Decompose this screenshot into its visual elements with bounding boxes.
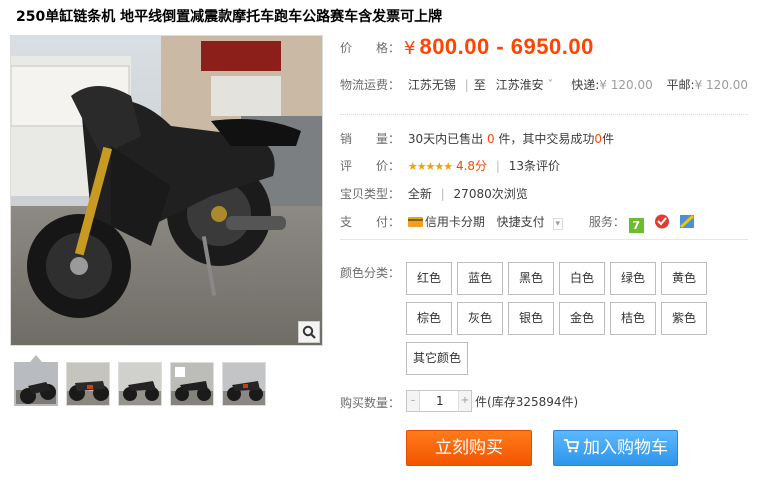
express-label: 快递: bbox=[571, 78, 600, 92]
seven-day-return-icon: 7 bbox=[628, 218, 644, 233]
quantity-stepper: – 1 + 件 (库存325894件) bbox=[406, 390, 578, 412]
star-rating-icon: ★★★★★ bbox=[407, 160, 453, 173]
color-option-orange[interactable]: 桔色 bbox=[610, 302, 656, 335]
shield-badge-icon bbox=[654, 214, 670, 229]
sales-row: 销 量： 30天内已售出 0 件，其中交易成功0件 bbox=[340, 130, 614, 147]
sold-count: 0 bbox=[486, 132, 495, 146]
rating-row: 评 价： ★★★★★ 4.8分 | 13条评价 bbox=[340, 157, 560, 174]
divider: | bbox=[464, 78, 469, 92]
quantity-input[interactable]: 1 bbox=[419, 391, 459, 411]
rating-score: 4.8分 bbox=[455, 159, 488, 173]
color-option-other[interactable]: 其它颜色 bbox=[406, 342, 468, 375]
logistics-label: 物流运费： bbox=[340, 78, 401, 92]
thumb-caret bbox=[30, 355, 42, 362]
sales-label: 销 量： bbox=[340, 132, 401, 146]
divider: | bbox=[440, 187, 445, 201]
color-option-blue[interactable]: 蓝色 bbox=[457, 262, 503, 295]
view-count: 27080次浏览 bbox=[453, 187, 528, 201]
quantity-unit: 件 bbox=[475, 394, 488, 409]
thumbnail-5[interactable] bbox=[222, 362, 266, 406]
surface-label: 平邮: bbox=[666, 78, 695, 92]
rating-label: 评 价： bbox=[340, 159, 401, 173]
destination-select[interactable]: 江苏淮安 ˇ bbox=[496, 78, 554, 92]
chevron-down-icon[interactable]: ▾ bbox=[552, 218, 564, 230]
main-product-image[interactable] bbox=[10, 35, 323, 346]
currency-symbol: ¥ bbox=[404, 37, 416, 59]
divider: | bbox=[495, 159, 500, 173]
thumbnail-strip bbox=[14, 362, 274, 406]
buy-now-button[interactable]: 立刻购买 bbox=[406, 430, 532, 466]
thumbnail-1[interactable] bbox=[14, 362, 58, 406]
payment-label: 支 付： bbox=[340, 215, 401, 229]
color-option-green[interactable]: 绿色 bbox=[610, 262, 656, 295]
surface-price: ¥ 120.00 bbox=[694, 78, 749, 92]
chevron-down-icon: ˇ bbox=[543, 78, 554, 92]
price-label: 价 格： bbox=[340, 40, 401, 55]
cart-icon bbox=[563, 431, 580, 465]
quantity-box: – 1 + bbox=[406, 390, 472, 412]
sales-text-b: 件，其中交易成功 bbox=[498, 132, 595, 146]
motorcycle-photo bbox=[11, 36, 322, 345]
destination-value: 江苏淮安 bbox=[495, 78, 544, 92]
credit-installment[interactable]: 信用卡分期 bbox=[425, 215, 485, 229]
price-value: 800.00 - 6950.00 bbox=[419, 34, 594, 59]
color-label-row: 颜色分类： bbox=[340, 264, 400, 281]
item-condition: 全新 bbox=[407, 187, 432, 201]
color-option-black[interactable]: 黑色 bbox=[508, 262, 554, 295]
sales-text-a: 30天内已售出 bbox=[407, 132, 484, 146]
color-option-brown[interactable]: 棕色 bbox=[406, 302, 452, 335]
divider-line bbox=[340, 114, 748, 115]
thumbnail-3[interactable] bbox=[118, 362, 162, 406]
item-type-label: 宝贝类型： bbox=[340, 187, 401, 201]
decrement-button[interactable]: – bbox=[407, 391, 419, 411]
thumbnail-2[interactable] bbox=[66, 362, 110, 406]
credit-card-icon bbox=[407, 215, 423, 229]
logistics-from: 江苏无锡 bbox=[407, 78, 456, 92]
color-option-red[interactable]: 红色 bbox=[406, 262, 452, 295]
color-option-gray[interactable]: 灰色 bbox=[457, 302, 503, 335]
payment-row: 支 付： 信用卡分期 快捷支付 ▾ 服务： 7 bbox=[340, 213, 695, 233]
add-to-cart-label: 加入购物车 bbox=[583, 438, 668, 458]
service-label: 服务： bbox=[588, 215, 625, 229]
express-price: ¥ 120.00 bbox=[599, 78, 653, 92]
sales-text-c: 件 bbox=[602, 132, 615, 146]
success-count: 0 bbox=[594, 132, 603, 146]
item-type-row: 宝贝类型： 全新 | 27080次浏览 bbox=[340, 185, 528, 202]
review-count-link[interactable]: 13条评价 bbox=[509, 159, 560, 173]
zoom-icon[interactable] bbox=[298, 321, 320, 343]
color-option-purple[interactable]: 紫色 bbox=[661, 302, 707, 335]
color-option-white[interactable]: 白色 bbox=[559, 262, 605, 295]
color-option-silver[interactable]: 银色 bbox=[508, 302, 554, 335]
stock-count: (库存325894件) bbox=[487, 394, 579, 409]
color-option-gold[interactable]: 金色 bbox=[559, 302, 605, 335]
quick-pay[interactable]: 快捷支付 bbox=[497, 215, 545, 229]
color-option-yellow[interactable]: 黄色 bbox=[661, 262, 707, 295]
color-label: 颜色分类： bbox=[340, 266, 401, 280]
price-row: 价 格： ¥ 800.00 - 6950.00 bbox=[340, 34, 594, 60]
logistics-row: 物流运费： 江苏无锡 | 至 江苏淮安 ˇ 快递:¥ 120.00 平邮:¥ 12… bbox=[340, 76, 748, 93]
product-title: 250单缸链条机 地平线倒置减震款摩托车跑车公路赛车含发票可上牌 bbox=[16, 9, 443, 25]
guarantee-badge-icon bbox=[679, 214, 695, 229]
thumbnail-4[interactable] bbox=[170, 362, 214, 406]
add-to-cart-button[interactable]: 加入购物车 bbox=[553, 430, 678, 466]
logistics-to-prefix: 至 bbox=[473, 78, 486, 92]
quantity-label-row: 购买数量： bbox=[340, 394, 400, 411]
quantity-label: 购买数量： bbox=[340, 396, 401, 410]
divider-line bbox=[340, 239, 748, 240]
increment-button[interactable]: + bbox=[459, 391, 471, 411]
